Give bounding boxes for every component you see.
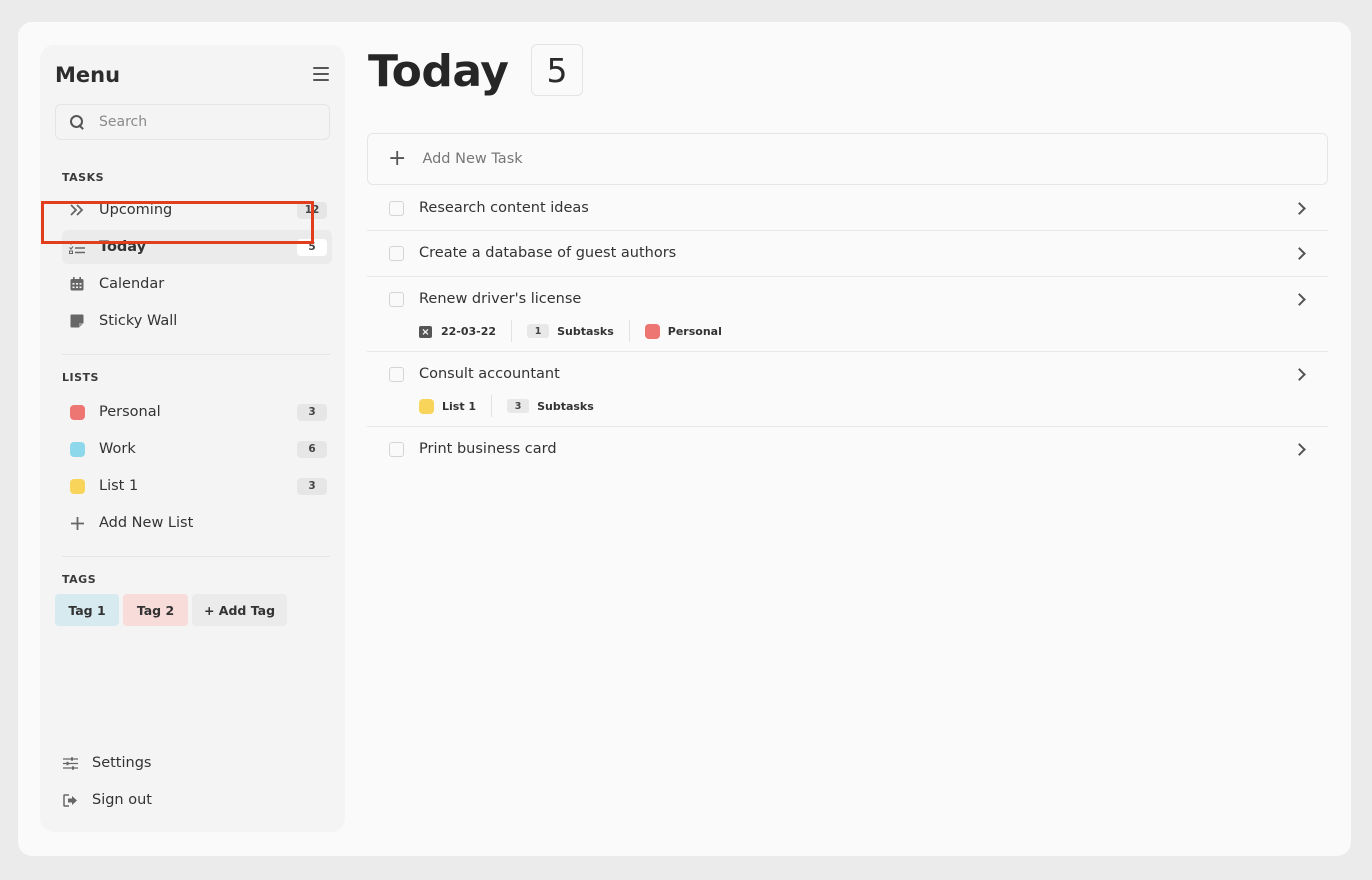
color-swatch [69, 478, 85, 494]
chevron-right-icon[interactable] [1293, 246, 1306, 260]
count-badge: 6 [297, 440, 327, 458]
sliders-icon [62, 756, 78, 770]
menu-title: Menu [55, 63, 121, 87]
subtasks-info: 1 Subtasks [527, 324, 614, 338]
add-new-task-button[interactable]: + Add New Task [367, 133, 1328, 185]
due-date-text: 22-03-22 [441, 324, 497, 338]
add-tag-button[interactable]: + Add Tag [192, 594, 287, 626]
count-badge: 12 [297, 201, 327, 219]
sidebar: Menu TASKS Upcoming 12 Today 5 Calenda [40, 45, 345, 832]
sidebar-item-label: Today [99, 239, 147, 255]
subtasks-label: Subtasks [537, 399, 594, 413]
subtasks-label: Subtasks [557, 324, 614, 338]
sidebar-item-label: Personal [99, 404, 161, 420]
chevron-right-icon[interactable] [1293, 442, 1306, 456]
sidebar-item-label: Sticky Wall [99, 313, 178, 329]
sidebar-item-label: Calendar [99, 276, 165, 292]
sidebar-item-today[interactable]: Today 5 [62, 230, 332, 264]
sidebar-item-label: List 1 [99, 478, 139, 494]
task-label: Consult accountant [419, 366, 560, 382]
count-badge: 3 [297, 477, 327, 495]
checklist-icon [69, 239, 85, 255]
sticky-note-icon [69, 313, 85, 329]
count-badge: 3 [297, 403, 327, 421]
list-tag-label: List 1 [442, 399, 477, 413]
list-tag-label: Personal [667, 324, 722, 338]
divider [62, 556, 330, 557]
page-title: Today [368, 46, 509, 97]
tasks-section-header: TASKS [62, 171, 105, 184]
subtasks-info: 3 Subtasks [507, 399, 594, 413]
subtask-count-badge: 3 [507, 399, 530, 413]
divider [62, 354, 330, 355]
tags-section-header: TAGS [62, 573, 97, 586]
sidebar-item-work[interactable]: Work 6 [62, 432, 332, 466]
list-tag: List 1 [419, 398, 477, 414]
sidebar-item-upcoming[interactable]: Upcoming 12 [62, 193, 332, 227]
sign-out-button[interactable]: Sign out [62, 785, 152, 815]
list-tag: Personal [644, 323, 722, 339]
search-icon [70, 115, 84, 129]
task-label: Renew driver's license [419, 291, 582, 307]
lists-section-header: LISTS [62, 371, 99, 384]
color-swatch [69, 404, 85, 420]
task-count-badge: 5 [531, 44, 583, 96]
app-window: Menu TASKS Upcoming 12 Today 5 Calenda [18, 22, 1351, 856]
settings-label: Settings [92, 755, 152, 771]
calendar-x-icon [419, 324, 432, 338]
color-swatch [644, 323, 660, 339]
task-row[interactable]: Consult accountant List 1 3 Subtasks [367, 352, 1328, 427]
task-checkbox[interactable] [389, 245, 404, 261]
plus-icon [69, 515, 85, 531]
due-date: 22-03-22 [419, 324, 496, 338]
task-label: Create a database of guest authors [419, 245, 677, 261]
count-badge: 5 [297, 238, 327, 256]
task-row[interactable]: Renew driver's license 22-03-22 1 Subtas… [367, 277, 1328, 352]
search-input[interactable] [99, 114, 299, 130]
search-box[interactable] [55, 104, 330, 140]
plus-icon: + [388, 146, 407, 171]
sidebar-item-label: Upcoming [99, 202, 173, 218]
task-row[interactable]: Research content ideas [367, 187, 1328, 231]
sign-out-icon [62, 793, 78, 807]
add-new-list-button[interactable]: Add New List [62, 506, 332, 540]
task-label: Research content ideas [419, 200, 589, 216]
chevron-right-icon[interactable] [1293, 367, 1306, 381]
color-swatch [419, 398, 434, 414]
task-checkbox[interactable] [389, 200, 404, 216]
task-row[interactable]: Create a database of guest authors [367, 231, 1328, 277]
sidebar-item-calendar[interactable]: Calendar [62, 267, 332, 301]
task-row[interactable]: Print business card [367, 427, 1328, 473]
subtask-count-badge: 1 [527, 324, 550, 338]
sidebar-item-sticky-wall[interactable]: Sticky Wall [62, 304, 332, 338]
task-meta: List 1 3 Subtasks [419, 395, 594, 417]
task-checkbox[interactable] [389, 441, 404, 457]
tag-1[interactable]: Tag 1 [55, 594, 119, 626]
color-swatch [69, 441, 85, 457]
task-checkbox[interactable] [389, 366, 404, 382]
task-label: Print business card [419, 441, 557, 457]
sidebar-item-personal[interactable]: Personal 3 [62, 395, 332, 429]
tag-2[interactable]: Tag 2 [123, 594, 188, 626]
task-checkbox[interactable] [389, 291, 404, 307]
chevron-right-icon[interactable] [1293, 201, 1306, 215]
add-new-task-label: Add New Task [422, 151, 523, 167]
double-chevron-right-icon [69, 202, 85, 218]
sidebar-item-list-1[interactable]: List 1 3 [62, 469, 332, 503]
add-new-list-label: Add New List [99, 515, 194, 531]
settings-button[interactable]: Settings [62, 748, 151, 778]
chevron-right-icon[interactable] [1293, 292, 1306, 306]
hamburger-menu-icon[interactable] [313, 67, 329, 81]
sign-out-label: Sign out [92, 792, 152, 808]
calendar-icon [69, 276, 85, 292]
task-meta: 22-03-22 1 Subtasks Personal [419, 320, 722, 342]
sidebar-item-label: Work [99, 441, 136, 457]
